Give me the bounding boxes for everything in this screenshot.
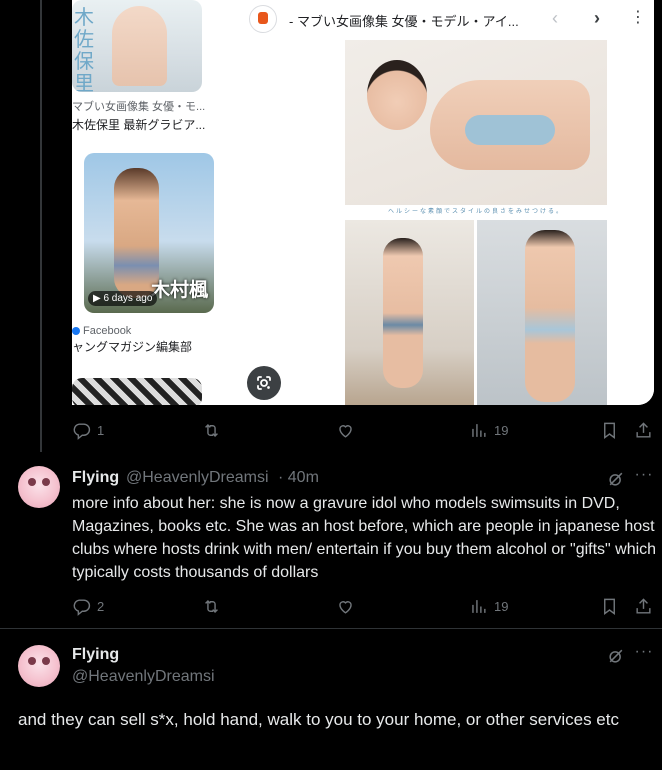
timestamp[interactable]: · 40m xyxy=(278,469,319,487)
views-button[interactable]: 19 xyxy=(469,418,508,442)
badge-label: 6 days ago xyxy=(103,293,153,304)
photo-caption: ヘルシーな素顔でスタイルの良さをみせつける。 xyxy=(345,205,607,220)
tweet-text: more info about her: she is now a gravur… xyxy=(72,495,657,581)
chevron-left-icon[interactable]: ‹ xyxy=(543,6,567,30)
viewer-photo-left[interactable] xyxy=(345,220,474,405)
result-thumbnail[interactable]: 木村楓 ▶ 6 days ago xyxy=(84,153,214,313)
result-site: Facebook xyxy=(72,324,131,338)
result-title[interactable]: 木佐保里 最新グラビア... xyxy=(72,117,205,133)
grok-icon[interactable] xyxy=(606,646,626,666)
share-button[interactable] xyxy=(634,418,653,442)
tweet-actions: 2 19 xyxy=(72,594,654,618)
like-button[interactable] xyxy=(336,418,355,442)
share-icon xyxy=(636,597,651,614)
viewer-site-title[interactable]: - マブい女画像集 女優・モデル・アイ... xyxy=(289,11,519,30)
views-icon xyxy=(472,599,486,613)
tweet-actions: 1 19 xyxy=(72,418,654,442)
more-icon[interactable]: ··· xyxy=(634,644,654,665)
photo-figure xyxy=(112,6,167,86)
avatar[interactable] xyxy=(18,645,60,687)
result-title[interactable]: ャングマガジン編集部 xyxy=(72,339,192,355)
thumbnail-overlay-text: 木村楓 xyxy=(150,279,208,301)
viewer-photo-right[interactable] xyxy=(477,220,607,405)
divider xyxy=(0,628,662,629)
reply-count: 1 xyxy=(97,422,105,438)
result-thumbnail[interactable] xyxy=(72,378,202,405)
facebook-icon xyxy=(72,327,80,336)
retweet-button[interactable] xyxy=(202,594,221,618)
viewer-photo-main[interactable] xyxy=(345,40,607,205)
photo-figure xyxy=(383,238,423,388)
share-button[interactable] xyxy=(634,594,653,618)
tweet-text: and they can sell s*x, hold hand, walk t… xyxy=(18,710,619,729)
bookmark-button[interactable] xyxy=(600,418,619,442)
bookmark-button[interactable] xyxy=(600,594,619,618)
result-site: マブい女画像集 女優・モ... xyxy=(72,101,206,113)
results-column: 木佐保里 マブい女画像集 女優・モ... 木佐保里 最新グラビア... 木村楓 … xyxy=(72,0,222,405)
site-favicon-icon xyxy=(249,5,277,33)
reply-button[interactable]: 2 xyxy=(72,594,104,618)
views-count: 19 xyxy=(494,598,509,614)
image-viewer: - マブい女画像集 女優・モデル・アイ... ‹ › ⋮ ヘルシーな素顔でスタイ… xyxy=(235,0,654,405)
retweet-button[interactable] xyxy=(202,418,221,442)
user-handle[interactable]: @HeavenlyDreamsi xyxy=(126,469,269,487)
reply-button[interactable]: 1 xyxy=(72,418,104,442)
more-icon[interactable]: ··· xyxy=(634,467,654,488)
like-icon xyxy=(339,424,352,438)
thumbnail-overlay-text: 木佐保里 xyxy=(74,5,94,92)
lens-icon[interactable] xyxy=(247,366,281,400)
display-name[interactable]: Flying xyxy=(72,646,119,664)
retweet-icon xyxy=(205,423,218,437)
embedded-image[interactable]: 木佐保里 マブい女画像集 女優・モ... 木佐保里 最新グラビア... 木村楓 … xyxy=(72,0,654,405)
grok-icon[interactable] xyxy=(606,469,626,489)
share-icon xyxy=(636,421,651,438)
views-button[interactable]: 19 xyxy=(469,594,508,618)
views-icon xyxy=(472,423,486,437)
bookmark-icon xyxy=(604,422,615,439)
thread-line xyxy=(40,0,42,452)
views-count: 19 xyxy=(494,422,509,438)
photo-figure xyxy=(465,115,555,145)
reply-icon xyxy=(73,598,91,616)
result-thumbnail[interactable]: 木佐保里 xyxy=(72,0,202,92)
avatar[interactable] xyxy=(18,466,60,508)
user-handle[interactable]: @HeavenlyDreamsi xyxy=(72,668,215,686)
bookmark-icon xyxy=(604,598,615,615)
chevron-right-icon[interactable]: › xyxy=(585,6,609,30)
photo-figure xyxy=(367,60,427,130)
reply-count: 2 xyxy=(97,598,105,614)
result-site-label: Facebook xyxy=(83,325,132,337)
retweet-icon xyxy=(205,599,218,613)
display-name[interactable]: Flying xyxy=(72,469,119,487)
video-age-badge: ▶ 6 days ago xyxy=(88,291,158,306)
like-button[interactable] xyxy=(336,594,355,618)
viewer-topbar: - マブい女画像集 女優・モデル・アイ... ‹ › ⋮ xyxy=(235,0,654,38)
like-icon xyxy=(339,600,352,614)
photo-figure xyxy=(525,230,575,402)
reply-icon xyxy=(73,422,91,440)
more-vertical-icon[interactable]: ⋮ xyxy=(630,6,646,30)
